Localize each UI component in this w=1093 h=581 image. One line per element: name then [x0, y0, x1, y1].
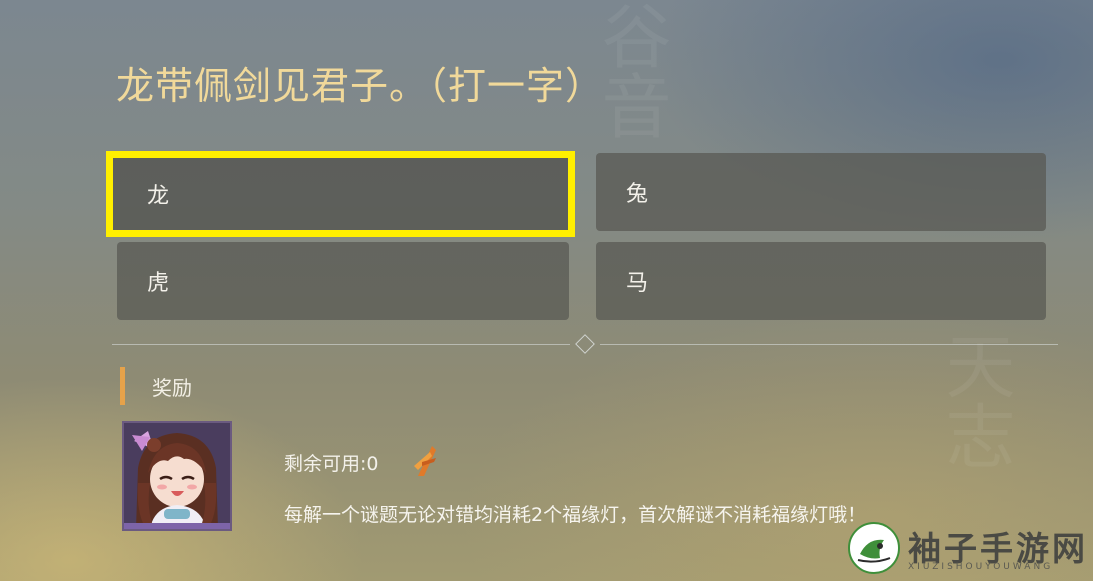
site-watermark: 袖子手游网 XIUZISHOUYOUWANG — [848, 520, 1088, 578]
option-label: 兔 — [626, 182, 649, 207]
section-divider — [112, 334, 1058, 354]
option-3[interactable]: 虎 — [117, 242, 569, 320]
option-label: 虎 — [147, 271, 170, 296]
riddle-question: 龙带佩剑见君子。（打一字） — [116, 64, 605, 108]
option-4[interactable]: 马 — [596, 242, 1046, 320]
watermark-logo-icon — [848, 522, 900, 574]
riddle-cost-tip: 每解一个谜题无论对错均消耗2个福缘灯，首次解谜不消耗福缘灯哦！ — [284, 504, 867, 526]
reward-section-title: 奖励 — [152, 376, 192, 400]
reward-character-avatar — [122, 421, 232, 531]
option-label: 龙 — [147, 184, 170, 209]
diamond-ornament-icon — [575, 334, 595, 354]
option-label: 马 — [626, 271, 649, 296]
reward-accent-bar — [120, 367, 125, 405]
watermark-subtext: XIUZISHOUYOUWANG — [908, 562, 1054, 572]
background-calligraphy-right: 天志 — [934, 330, 1016, 470]
remaining-count-text: 剩余可用:0 — [284, 453, 379, 475]
option-1[interactable]: 龙 — [106, 151, 575, 237]
lantern-icon — [410, 442, 440, 478]
option-2[interactable]: 兔 — [596, 153, 1046, 231]
background-calligraphy-left: 谷音 — [590, 0, 672, 140]
